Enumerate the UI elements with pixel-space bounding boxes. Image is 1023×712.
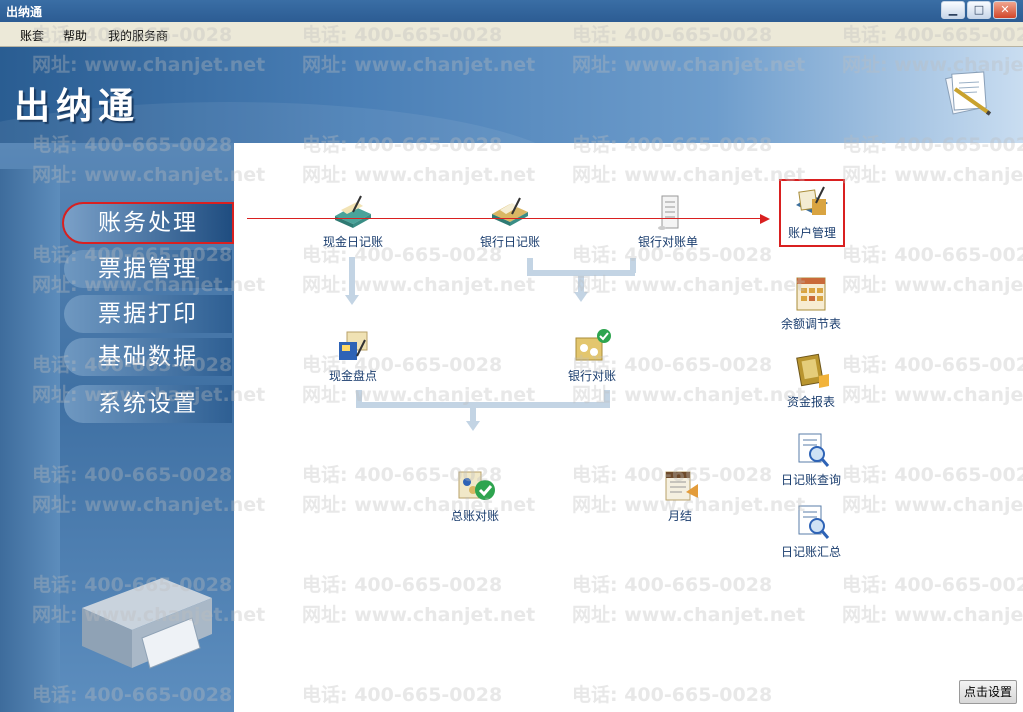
journal-summary-icon bbox=[798, 505, 830, 539]
bank-journal-icon bbox=[492, 197, 528, 226]
maximize-button[interactable]: □ bbox=[967, 1, 991, 19]
bank-journal-label: 银行日记账 bbox=[479, 235, 540, 249]
header-banner: 出纳通 bbox=[0, 47, 1023, 143]
minimize-button[interactable]: ▁ bbox=[941, 1, 965, 19]
bank-reconcile-label: 银行对账 bbox=[567, 369, 616, 383]
highlight-pointer-line bbox=[247, 218, 762, 219]
window-controls: ▁ □ ✕ bbox=[941, 1, 1017, 19]
notepad-pencil-icon bbox=[945, 71, 992, 116]
fund-report-button[interactable]: 资金报表 bbox=[766, 352, 856, 410]
flow-line bbox=[356, 402, 610, 408]
month-end-label: 月结 bbox=[667, 509, 692, 523]
menu-bar: 账套 帮助 我的服务商 bbox=[0, 22, 1023, 47]
balance-adjustment-button[interactable]: 余额调节表 bbox=[766, 274, 856, 332]
account-management-button[interactable]: 账户管理 bbox=[779, 179, 845, 247]
sidebar-item-basic-data[interactable]: 基础数据 bbox=[64, 338, 232, 376]
account-management-icon bbox=[796, 186, 828, 215]
flow-arrow bbox=[466, 421, 480, 431]
journal-query-button[interactable]: 日记账查询 bbox=[766, 430, 856, 488]
flow-line bbox=[578, 273, 584, 293]
flow-line bbox=[604, 390, 610, 405]
journal-summary-label: 日记账汇总 bbox=[780, 545, 841, 559]
ledger-reconcile-icon bbox=[458, 471, 495, 500]
sidebar-item-bill-management[interactable]: 票据管理 bbox=[64, 250, 232, 288]
printer-icon bbox=[82, 578, 212, 669]
sidebar-item-bill-printing[interactable]: 票据打印 bbox=[64, 295, 232, 333]
balance-adjustment-label: 余额调节表 bbox=[780, 317, 841, 331]
sidebar: 账务处理 票据管理 票据打印 基础数据 系统设置 bbox=[0, 143, 234, 712]
account-management-label: 账户管理 bbox=[787, 226, 836, 240]
flow-line bbox=[349, 257, 355, 297]
bank-reconcile-button[interactable]: 银行对账 bbox=[547, 326, 637, 384]
month-end-icon bbox=[665, 471, 698, 501]
cash-count-icon bbox=[339, 331, 368, 360]
title-bar: 出纳通 ▁ □ ✕ bbox=[0, 0, 1023, 22]
flow-arrow bbox=[574, 292, 588, 302]
highlight-pointer-arrowhead bbox=[760, 214, 770, 224]
bank-reconcile-icon bbox=[575, 329, 611, 361]
ledger-reconcile-label: 总账对账 bbox=[450, 509, 499, 523]
cash-journal-label: 现金日记账 bbox=[322, 235, 383, 249]
ledger-reconcile-button[interactable]: 总账对账 bbox=[430, 466, 520, 524]
close-button[interactable]: ✕ bbox=[993, 1, 1017, 19]
journal-query-label: 日记账查询 bbox=[780, 473, 841, 487]
journal-summary-button[interactable]: 日记账汇总 bbox=[766, 502, 856, 560]
app-title: 出纳通 bbox=[14, 86, 141, 127]
settings-button[interactable]: 点击设置 bbox=[959, 680, 1017, 704]
cash-count-button[interactable]: 现金盘点 bbox=[308, 326, 398, 384]
journal-query-icon bbox=[798, 433, 830, 467]
menu-item-help[interactable]: 帮助 bbox=[63, 27, 87, 44]
flow-line bbox=[630, 258, 636, 273]
flow-line bbox=[527, 258, 533, 273]
window-title: 出纳通 bbox=[6, 5, 43, 19]
bank-statement-icon bbox=[658, 195, 679, 230]
balance-adjustment-icon bbox=[796, 277, 826, 311]
flow-arrow bbox=[345, 295, 359, 305]
menu-item-service-provider[interactable]: 我的服务商 bbox=[108, 27, 168, 44]
cash-count-label: 现金盘点 bbox=[328, 369, 377, 383]
bank-statement-label: 银行对账单 bbox=[637, 235, 698, 249]
menu-item-account-set[interactable]: 账套 bbox=[20, 27, 44, 44]
bank-journal-button[interactable]: 银行日记账 bbox=[465, 192, 555, 250]
sidebar-item-system-settings[interactable]: 系统设置 bbox=[64, 385, 232, 423]
cash-journal-button[interactable]: 现金日记账 bbox=[308, 192, 398, 250]
sidebar-item-accounting[interactable]: 账务处理 bbox=[62, 202, 234, 244]
fund-report-label: 资金报表 bbox=[786, 395, 835, 409]
sidebar-stripe bbox=[0, 169, 60, 712]
fund-report-icon bbox=[796, 353, 829, 388]
month-end-button[interactable]: 月结 bbox=[635, 466, 725, 524]
flow-line bbox=[356, 390, 362, 405]
cash-journal-icon bbox=[335, 195, 371, 228]
bank-statement-button[interactable]: 银行对账单 bbox=[623, 192, 713, 250]
